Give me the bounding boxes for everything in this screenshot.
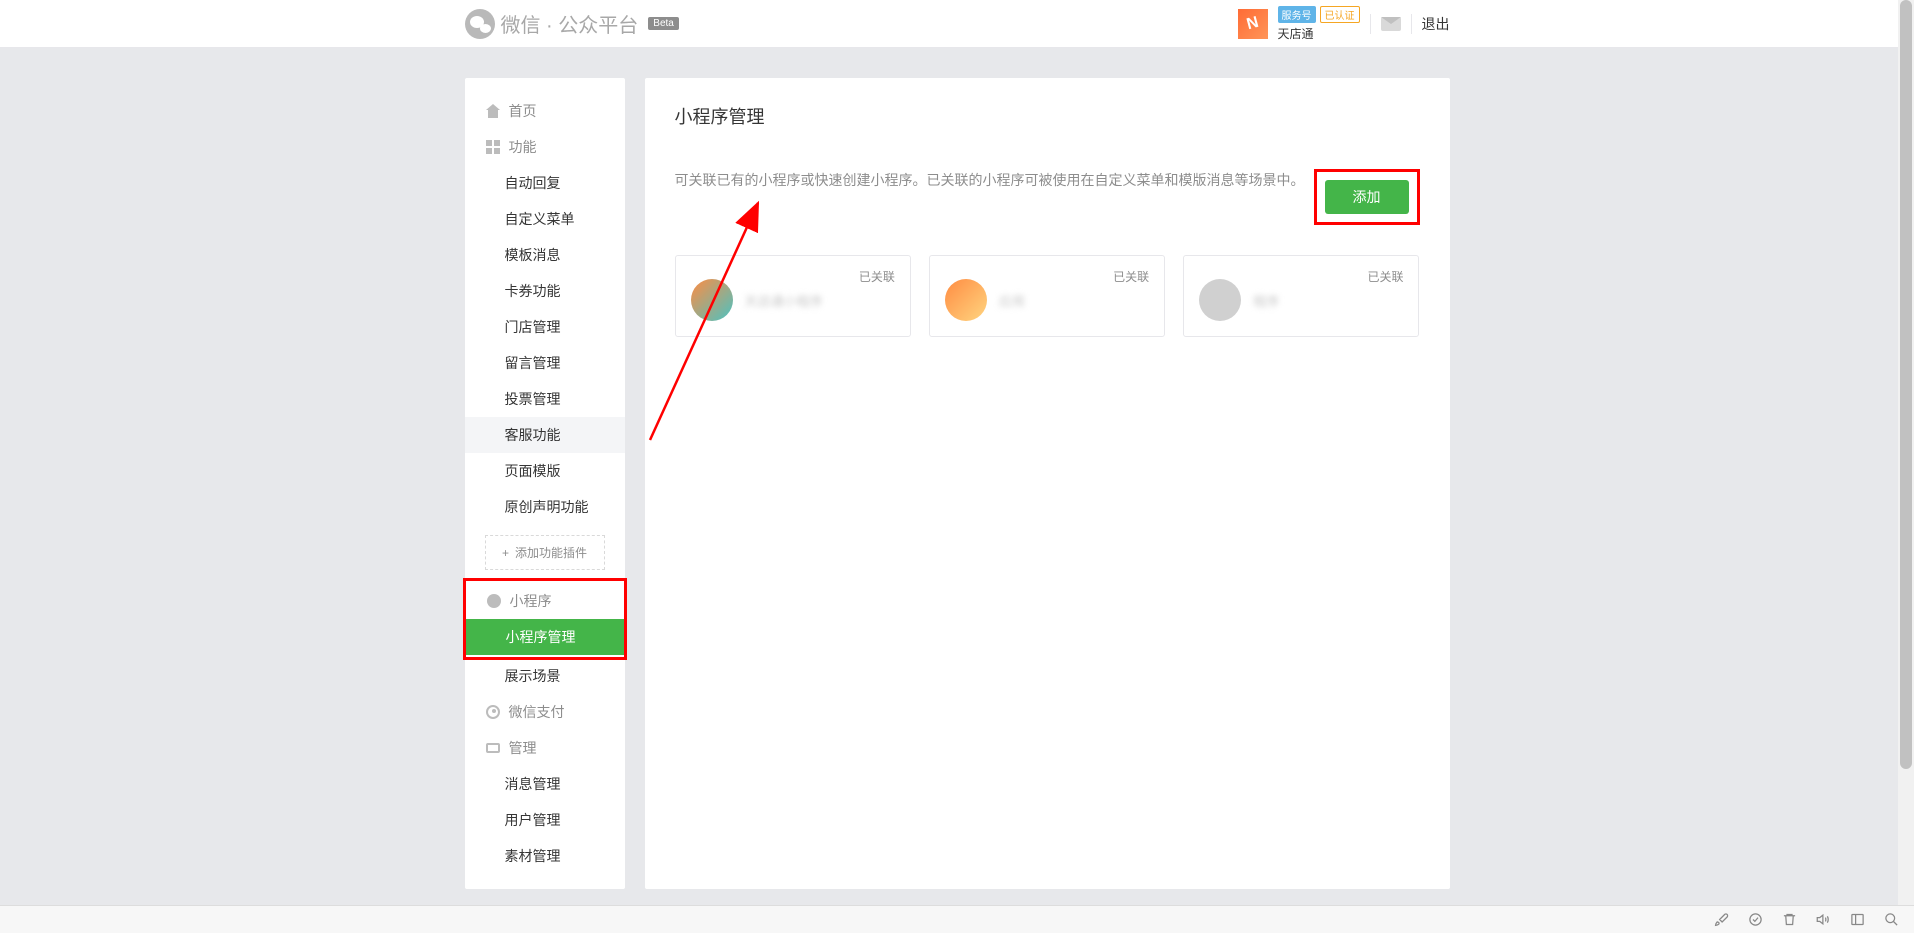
home-icon bbox=[485, 103, 501, 119]
nav-miniapp-label: 小程序 bbox=[510, 591, 552, 611]
top-header: 微信 · 公众平台 Beta N 服务号 已认证 天店通 退出 bbox=[0, 0, 1914, 48]
nav-home[interactable]: 首页 bbox=[465, 93, 625, 129]
nav-miniapp-header[interactable]: 小程序 bbox=[466, 583, 624, 619]
nav-item-page-template[interactable]: 页面模版 bbox=[465, 453, 625, 489]
rocket-icon[interactable] bbox=[1713, 912, 1729, 928]
content-panel: 小程序管理 可关联已有的小程序或快速创建小程序。已关联的小程序可被使用在自定义菜… bbox=[645, 78, 1450, 889]
nav-item-template-msg[interactable]: 模板消息 bbox=[465, 237, 625, 273]
grid-icon bbox=[485, 139, 501, 155]
mail-icon[interactable] bbox=[1381, 17, 1401, 31]
nav-wechat-pay-label: 微信支付 bbox=[509, 702, 565, 722]
platform-title: 微信 · 公众平台 bbox=[501, 9, 639, 38]
nav-functions-header[interactable]: 功能 bbox=[465, 129, 625, 165]
sidebar: 首页 功能 自动回复 自定义菜单 模板消息 卡券功能 门店管理 留言管理 投票管… bbox=[465, 78, 625, 889]
avatar-text: N bbox=[1245, 13, 1261, 33]
miniapp-avatar-icon bbox=[691, 279, 733, 321]
mini-app-body: 应用 bbox=[945, 279, 1149, 321]
wechat-logo-icon bbox=[465, 9, 495, 39]
tag-row: 服务号 已认证 bbox=[1278, 6, 1360, 23]
wechat-pay-icon bbox=[485, 704, 501, 720]
trash-icon[interactable] bbox=[1781, 912, 1797, 928]
nav-item-original[interactable]: 原创声明功能 bbox=[465, 489, 625, 525]
annotation-highlight-button: 添加 bbox=[1314, 169, 1420, 225]
miniapp-avatar-icon bbox=[1199, 279, 1241, 321]
user-area: N 服务号 已认证 天店通 退出 bbox=[1238, 6, 1450, 42]
mini-app-card[interactable]: 已关联 程序 bbox=[1183, 255, 1419, 337]
mini-app-name: 应用 bbox=[999, 291, 1025, 310]
mini-app-name: 程序 bbox=[1253, 291, 1279, 310]
nav-home-label: 首页 bbox=[509, 101, 537, 121]
status-badge: 已关联 bbox=[1367, 268, 1403, 285]
nav-item-user-manage[interactable]: 用户管理 bbox=[465, 802, 625, 838]
mini-app-body: 天店通小程序 bbox=[691, 279, 895, 321]
nav-item-material-manage[interactable]: 素材管理 bbox=[465, 838, 625, 874]
nav-item-card[interactable]: 卡券功能 bbox=[465, 273, 625, 309]
miniapp-avatar-icon bbox=[945, 279, 987, 321]
nav-item-display-scene[interactable]: 展示场景 bbox=[465, 658, 625, 694]
nav-item-customer-service[interactable]: 客服功能 bbox=[465, 417, 625, 453]
divider bbox=[1370, 14, 1371, 34]
status-badge: 已关联 bbox=[1113, 268, 1149, 285]
top-header-inner: 微信 · 公众平台 Beta N 服务号 已认证 天店通 退出 bbox=[465, 6, 1450, 42]
nav-wechat-pay[interactable]: 微信支付 bbox=[465, 694, 625, 730]
nav-management-header[interactable]: 管理 bbox=[465, 730, 625, 766]
page-title: 小程序管理 bbox=[675, 103, 1420, 129]
nav-item-miniapp-manage[interactable]: 小程序管理 bbox=[466, 619, 624, 655]
link-icon bbox=[486, 593, 502, 609]
verified-tag: 已认证 bbox=[1320, 6, 1360, 23]
service-tag: 服务号 bbox=[1278, 6, 1316, 23]
nav-functions-label: 功能 bbox=[509, 137, 537, 157]
nav-item-auto-reply[interactable]: 自动回复 bbox=[465, 165, 625, 201]
add-plugin-button[interactable]: + 添加功能插件 bbox=[485, 535, 605, 570]
account-name: 天店通 bbox=[1278, 25, 1360, 42]
shield-icon[interactable] bbox=[1747, 912, 1763, 928]
nav-management-label: 管理 bbox=[509, 738, 537, 758]
add-plugin-label: 添加功能插件 bbox=[515, 544, 587, 561]
plus-icon: + bbox=[502, 546, 509, 560]
bottom-toolbar bbox=[0, 905, 1914, 933]
scrollbar-thumb[interactable] bbox=[1900, 0, 1912, 769]
logo-area[interactable]: 微信 · 公众平台 Beta bbox=[465, 9, 679, 39]
content-action-row: 可关联已有的小程序或快速创建小程序。已关联的小程序可被使用在自定义菜单和模版消息… bbox=[675, 169, 1420, 225]
nav-item-store[interactable]: 门店管理 bbox=[465, 309, 625, 345]
nav-item-comment[interactable]: 留言管理 bbox=[465, 345, 625, 381]
content-description: 可关联已有的小程序或快速创建小程序。已关联的小程序可被使用在自定义菜单和模版消息… bbox=[675, 169, 1305, 191]
divider bbox=[1411, 14, 1412, 34]
mini-apps-list: 已关联 天店通小程序 已关联 应用 已关联 程序 bbox=[675, 255, 1420, 337]
status-badge: 已关联 bbox=[859, 268, 895, 285]
panel-icon[interactable] bbox=[1849, 912, 1865, 928]
nav-item-custom-menu[interactable]: 自定义菜单 bbox=[465, 201, 625, 237]
nav-item-msg-manage[interactable]: 消息管理 bbox=[465, 766, 625, 802]
account-avatar[interactable]: N bbox=[1238, 9, 1268, 39]
add-button[interactable]: 添加 bbox=[1325, 180, 1409, 214]
search-icon[interactable] bbox=[1883, 912, 1899, 928]
mini-app-card[interactable]: 已关联 天店通小程序 bbox=[675, 255, 911, 337]
beta-badge: Beta bbox=[648, 17, 679, 30]
inbox-icon bbox=[485, 740, 501, 756]
mini-app-card[interactable]: 已关联 应用 bbox=[929, 255, 1165, 337]
mini-app-body: 程序 bbox=[1199, 279, 1403, 321]
user-tags: 服务号 已认证 天店通 bbox=[1278, 6, 1360, 42]
volume-icon[interactable] bbox=[1815, 912, 1831, 928]
nav-item-vote[interactable]: 投票管理 bbox=[465, 381, 625, 417]
annotation-highlight-sidebar: 小程序 小程序管理 bbox=[463, 578, 627, 660]
mini-app-name: 天店通小程序 bbox=[745, 291, 823, 310]
main-container: 首页 功能 自动回复 自定义菜单 模板消息 卡券功能 门店管理 留言管理 投票管… bbox=[465, 78, 1450, 889]
scrollbar-track[interactable] bbox=[1898, 0, 1914, 905]
logout-link[interactable]: 退出 bbox=[1422, 14, 1450, 34]
